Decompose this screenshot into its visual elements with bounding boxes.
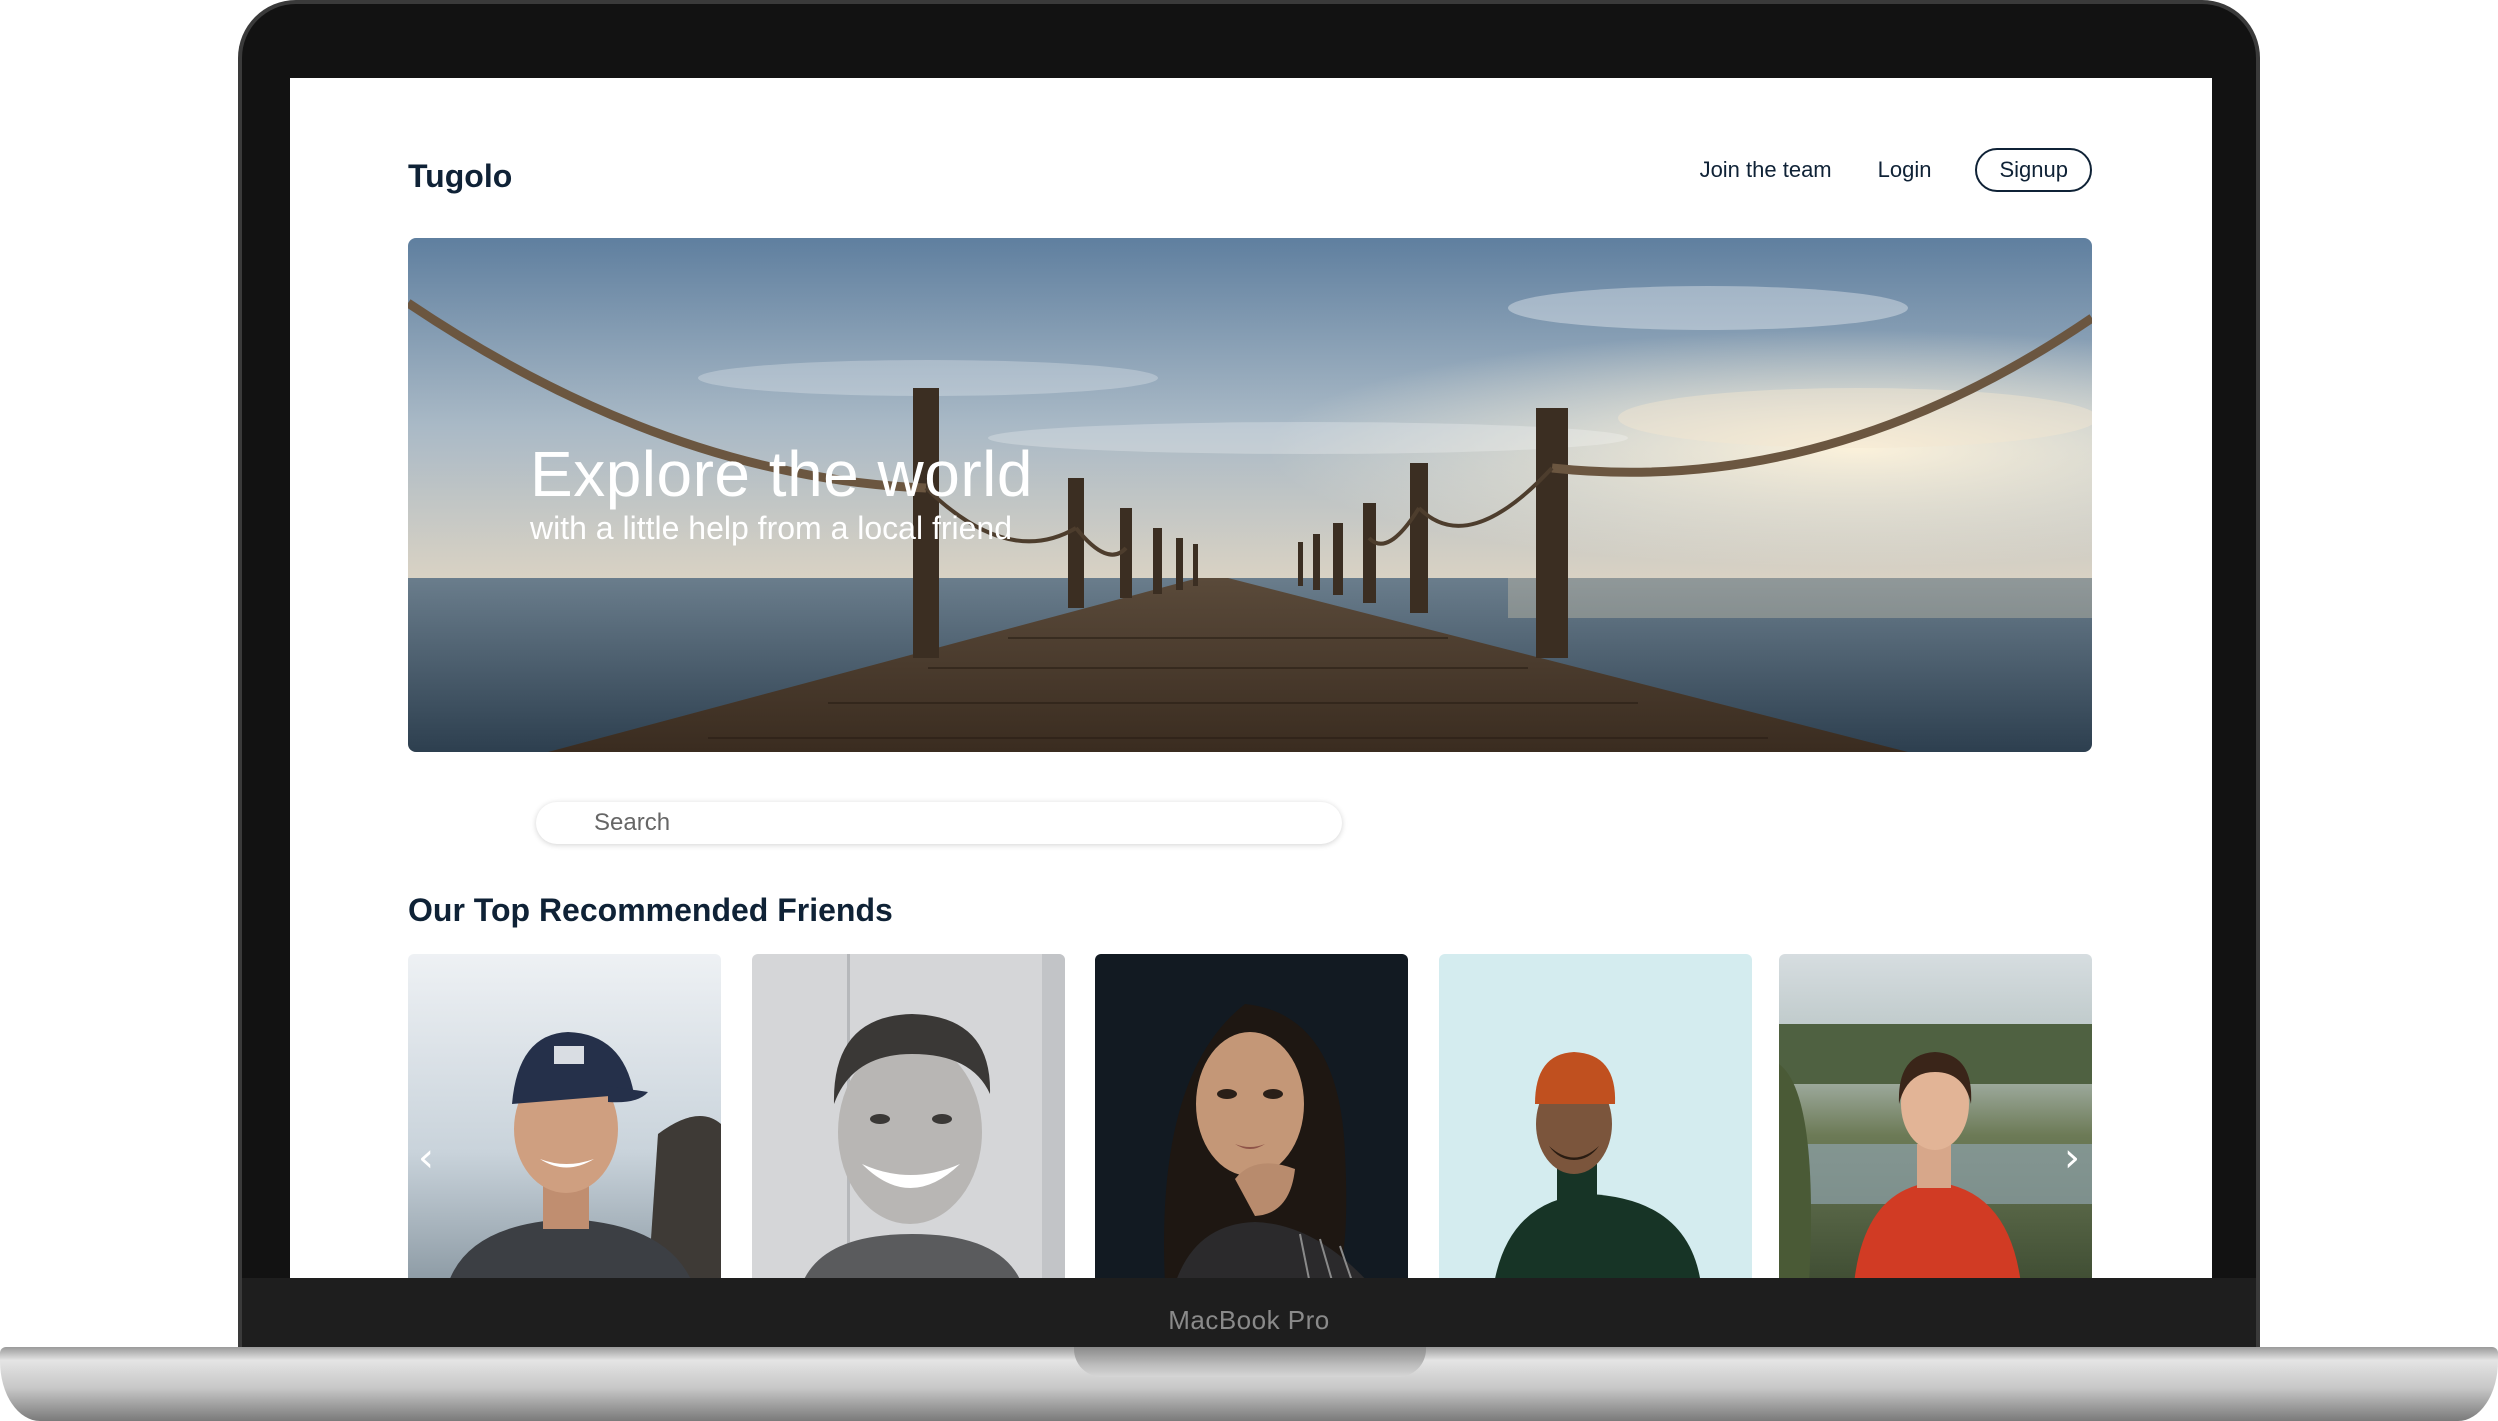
friend-photo — [408, 954, 721, 1278]
screen: Tugolo Join the team Login Signup Explor… — [290, 78, 2212, 1278]
hero-text: Explore the world with a little help fro… — [530, 438, 1033, 546]
friend-card[interactable] — [752, 954, 1065, 1278]
hero-banner: Explore the world with a little help fro… — [408, 238, 2092, 752]
hero-subtitle: with a little help from a local friend — [530, 510, 1012, 546]
login-link[interactable]: Login — [1878, 157, 1932, 183]
chevron-left-icon[interactable]: ‹ — [414, 1138, 438, 1178]
logo[interactable]: Tugolo — [408, 158, 512, 195]
chevron-right-icon[interactable]: › — [2060, 1138, 2084, 1178]
friends-carousel: ‹ › — [408, 954, 2092, 1278]
friend-photo — [1779, 954, 2092, 1278]
friend-card[interactable] — [1779, 954, 2092, 1278]
nav-links: Join the team Login Signup — [1654, 148, 2092, 192]
friend-card[interactable] — [408, 954, 721, 1278]
friend-photo — [1095, 954, 1408, 1278]
search-input[interactable] — [536, 802, 1342, 844]
top-nav: Tugolo Join the team Login Signup — [408, 148, 2092, 208]
device-label: MacBook Pro — [1168, 1305, 1330, 1335]
friend-card[interactable] — [1095, 954, 1408, 1278]
signup-button[interactable]: Signup — [1975, 148, 2092, 192]
join-team-link[interactable]: Join the team — [1700, 157, 1832, 183]
friend-photo — [1439, 954, 1752, 1278]
section-title: Our Top Recommended Friends — [408, 892, 893, 928]
laptop-notch — [1074, 1347, 1426, 1377]
friend-photo — [752, 954, 1065, 1278]
friend-card[interactable] — [1439, 954, 1752, 1278]
hero-title: Explore the world — [530, 438, 1033, 510]
